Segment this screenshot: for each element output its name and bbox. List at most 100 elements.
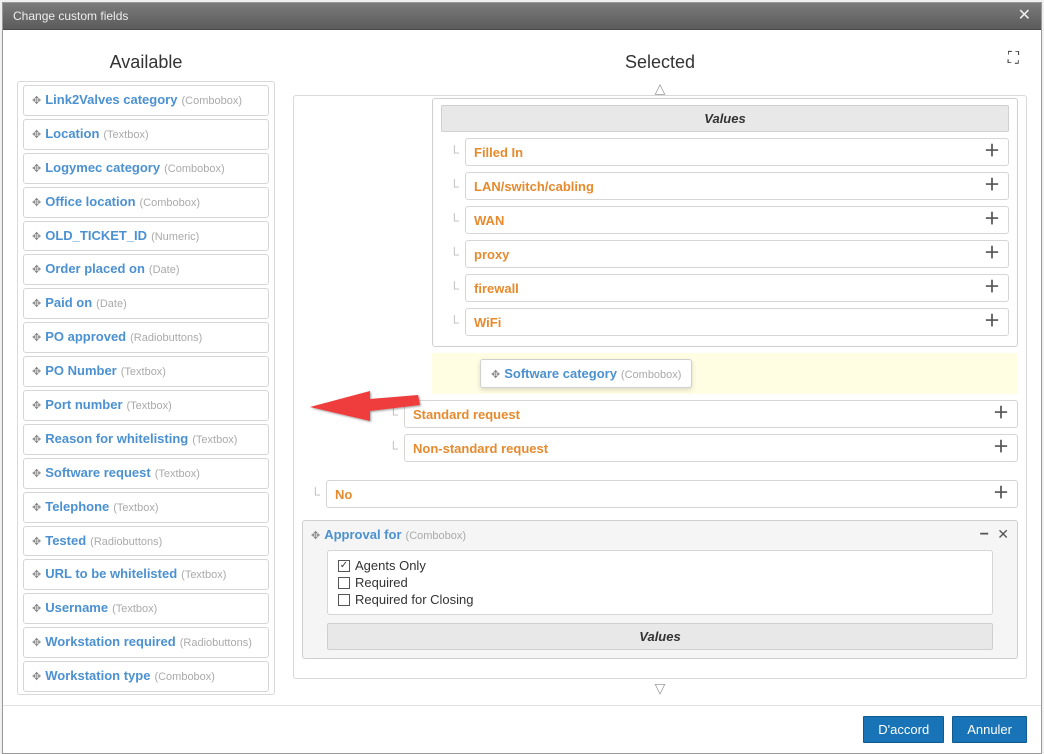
move-icon: ✥ <box>32 433 41 447</box>
available-item[interactable]: ✥Software request (Textbox) <box>23 458 269 489</box>
checkbox[interactable] <box>338 594 350 606</box>
value-pill[interactable]: Filled In＋ <box>465 138 1009 166</box>
selected-scroll[interactable]: Values └Filled In＋└LAN/switch/cabling＋└W… <box>294 96 1026 678</box>
plus-icon[interactable]: ＋ <box>993 486 1009 502</box>
remove-icon[interactable]: ✕ <box>997 527 1009 541</box>
available-item-label: Link2Valves category <box>45 92 177 109</box>
cancel-button[interactable]: Annuler <box>952 716 1027 743</box>
scroll-up-icon[interactable]: △ <box>293 81 1027 95</box>
available-item[interactable]: ✥Paid on (Date) <box>23 288 269 319</box>
drop-target-row[interactable]: ✥ Software category (Combobox) <box>432 353 1018 394</box>
scroll-down-icon[interactable]: ▽ <box>293 679 1027 695</box>
move-icon: ✥ <box>32 128 41 142</box>
plus-icon[interactable]: ＋ <box>984 314 1000 330</box>
plus-icon[interactable]: ＋ <box>984 144 1000 160</box>
value-row[interactable]: └ firewall＋ <box>441 274 1009 302</box>
value-row[interactable]: └ Filled In＋ <box>441 138 1009 166</box>
move-icon: ✥ <box>32 399 41 413</box>
available-heading: Available <box>17 48 275 81</box>
available-item[interactable]: ✥Username (Textbox) <box>23 593 269 624</box>
value-row-no[interactable]: └ No ＋ <box>302 480 1018 508</box>
available-item[interactable]: ✥PO Number (Textbox) <box>23 356 269 387</box>
plus-icon[interactable]: ＋ <box>984 212 1000 228</box>
available-item[interactable]: ✥Order placed on (Date) <box>23 254 269 285</box>
available-item-type: (Radiobuttons) <box>90 535 162 549</box>
approval-for-header[interactable]: ✥ Approval for (Combobox) − ✕ <box>303 521 1017 548</box>
value-row[interactable]: └ WAN＋ <box>441 206 1009 234</box>
available-item-type: (Combobox) <box>140 196 201 210</box>
value-row[interactable]: └ WiFi＋ <box>441 308 1009 336</box>
available-item[interactable]: ✥Telephone (Textbox) <box>23 492 269 523</box>
available-item-type: (Textbox) <box>192 433 237 447</box>
available-item[interactable]: ✥OLD_TICKET_ID (Numeric) <box>23 221 269 252</box>
available-item-type: (Radiobuttons) <box>180 636 252 650</box>
value-row[interactable]: └ proxy＋ <box>441 240 1009 268</box>
available-item-label: Paid on <box>45 295 92 312</box>
tree-elbow-icon: └ <box>441 247 459 262</box>
value-row[interactable]: └Non-standard request＋ <box>380 434 1018 462</box>
value-pill[interactable]: LAN/switch/cabling＋ <box>465 172 1009 200</box>
available-item[interactable]: ✥ Link2Valves category (Combobox) <box>23 85 269 116</box>
ok-button[interactable]: D'accord <box>863 716 944 743</box>
plus-icon[interactable]: ＋ <box>993 440 1009 456</box>
approval-for-label: Approval for <box>324 527 401 542</box>
tree-elbow-icon: └ <box>441 145 459 160</box>
available-item[interactable]: ✥Location (Textbox) <box>23 119 269 150</box>
value-pill[interactable]: firewall＋ <box>465 274 1009 302</box>
plus-icon[interactable]: ＋ <box>984 280 1000 296</box>
dialog-footer: D'accord Annuler <box>3 705 1041 753</box>
available-item[interactable]: ✥Workstation type (Combobox) <box>23 661 269 692</box>
available-item[interactable]: ✥Port number (Textbox) <box>23 390 269 421</box>
selected-heading: Selected <box>293 48 1027 81</box>
tree-elbow-icon: └ <box>441 281 459 296</box>
close-icon[interactable]: ✕ <box>1018 8 1031 24</box>
plus-icon[interactable]: ＋ <box>984 246 1000 262</box>
available-list[interactable]: ✥ Link2Valves category (Combobox) ✥Locatio… <box>17 81 275 695</box>
checkbox[interactable] <box>338 577 350 589</box>
plus-icon[interactable]: ＋ <box>984 178 1000 194</box>
move-icon: ✥ <box>32 467 41 481</box>
checkbox-row[interactable]: Required for Closing <box>338 591 982 608</box>
software-category-chip[interactable]: ✥ Software category (Combobox) <box>480 359 692 388</box>
available-item[interactable]: ✥Logymec category (Combobox) <box>23 153 269 184</box>
move-icon: ✥ <box>32 670 41 684</box>
value-pill[interactable]: Non-standard request＋ <box>404 434 1018 462</box>
tree-elbow-icon: └ <box>441 213 459 228</box>
available-item[interactable]: ✥URL to be whitelisted (Textbox) <box>23 559 269 590</box>
fullscreen-icon[interactable]: ⛶ <box>1008 50 1019 68</box>
value-pill[interactable]: WAN＋ <box>465 206 1009 234</box>
move-icon: ✥ <box>491 368 500 381</box>
available-item[interactable]: ✥ Reason for whitelisting (Textbox) <box>23 424 269 455</box>
approval-for-type: (Combobox) <box>406 530 467 542</box>
move-icon: ✥ <box>32 636 41 650</box>
tree-elbow-icon: └ <box>441 315 459 330</box>
move-icon: ✥ <box>32 196 41 210</box>
value-row[interactable]: └ Standard request＋ <box>380 400 1018 428</box>
checkbox-label: Required for Closing <box>355 592 474 607</box>
checkbox-row[interactable]: Required <box>338 574 982 591</box>
available-item-type: (Textbox) <box>112 602 157 616</box>
value-row[interactable]: └LAN/switch/cabling＋ <box>441 172 1009 200</box>
selected-column: Selected ⛶ △ Values └Filled In＋└LAN/swit… <box>293 48 1027 695</box>
available-item[interactable]: ✥Tested (Radiobuttons) <box>23 526 269 557</box>
available-item[interactable]: ✥ Workstation required (Radiobuttons) <box>23 627 269 658</box>
available-item[interactable]: ✥Office location (Combobox) <box>23 187 269 218</box>
value-no[interactable]: No ＋ <box>326 480 1018 508</box>
value-pill[interactable]: Standard request＋ <box>404 400 1018 428</box>
available-item-label: Reason for whitelisting <box>45 431 188 448</box>
available-item-label: Workstation required <box>45 634 176 651</box>
move-icon: ✥ <box>32 94 41 108</box>
available-item-type: (Combobox) <box>181 94 242 108</box>
available-item-label: Logymec category <box>45 160 160 177</box>
value-pill[interactable]: proxy＋ <box>465 240 1009 268</box>
value-pill[interactable]: WiFi＋ <box>465 308 1009 336</box>
minus-icon[interactable]: − <box>980 527 989 543</box>
move-icon: ✥ <box>32 263 41 277</box>
move-icon: ✥ <box>32 331 41 345</box>
tree-elbow-icon: └ <box>380 407 398 422</box>
available-item[interactable]: ✥PO approved (Radiobuttons) <box>23 322 269 353</box>
checkbox[interactable]: ✓ <box>338 560 350 572</box>
plus-icon[interactable]: ＋ <box>993 406 1009 422</box>
checkbox-row[interactable]: ✓Agents Only <box>338 557 982 574</box>
available-item-label: Tested <box>45 533 86 550</box>
